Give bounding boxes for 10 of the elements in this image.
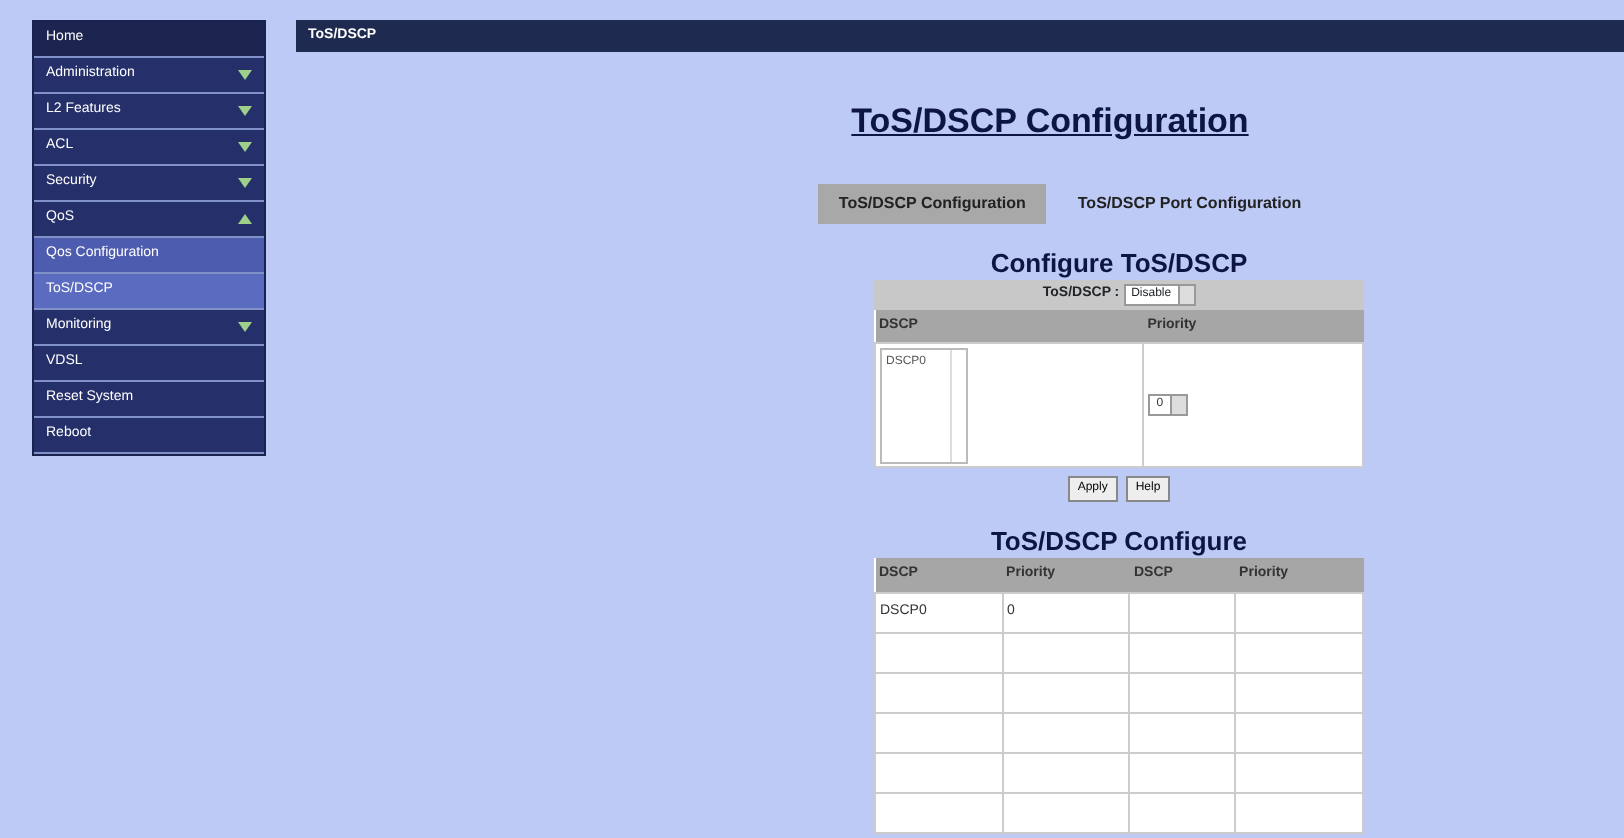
caret-down-icon: [238, 178, 252, 188]
tab[interactable]: ToS/DSCP Configuration: [818, 183, 1046, 223]
page-title: ToS/DSCP Configuration: [849, 100, 1251, 144]
caret-down-icon: [238, 70, 252, 80]
caret-down-icon: [238, 142, 252, 152]
caret-down-icon: [238, 106, 252, 116]
caret-down-icon: [238, 322, 252, 332]
section-title: Configure ToS/DSCP: [988, 247, 1250, 279]
caret-up-icon: [238, 214, 252, 224]
section-title: ToS/DSCP Configure: [988, 526, 1250, 558]
